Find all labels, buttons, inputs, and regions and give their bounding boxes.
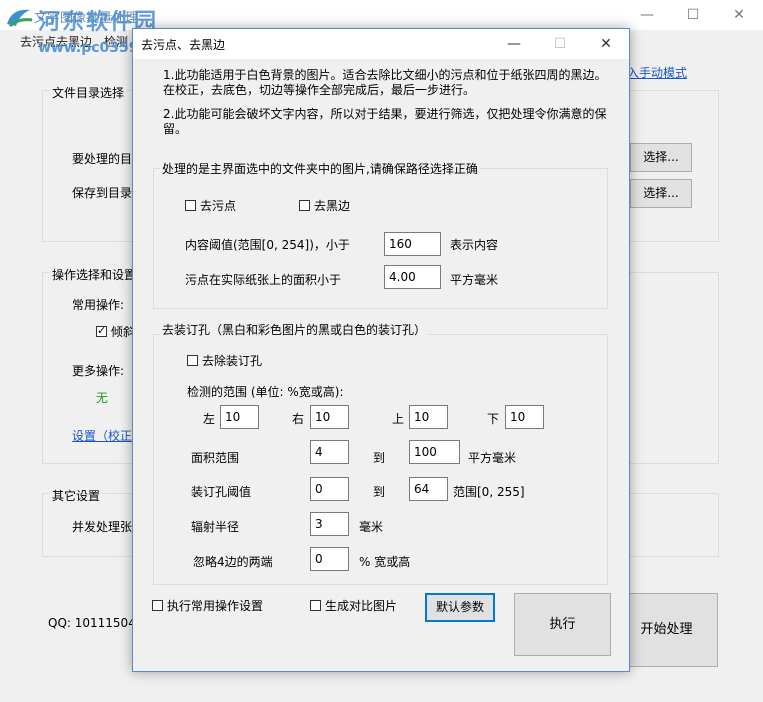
- main-minimize-button[interactable]: —: [624, 0, 670, 30]
- execute-button[interactable]: 执行: [514, 593, 611, 656]
- ignore-ends-input[interactable]: 0: [310, 547, 349, 571]
- content-threshold-input[interactable]: 160: [384, 232, 441, 256]
- radius-input[interactable]: 3: [310, 512, 349, 536]
- remove-holes-check-icon: [187, 355, 198, 366]
- deborder-label: 去黑边: [314, 199, 351, 213]
- binding-holes-group-label: 去装订孔（黑白和彩色图片的黑或白色的装订孔）: [160, 321, 429, 338]
- bottom-range-input[interactable]: 10: [505, 405, 544, 429]
- area-unit: 平方毫米: [468, 451, 517, 465]
- exec-common-ops-checkbox[interactable]: 执行常用操作设置: [152, 597, 263, 614]
- other-group-label: 其它设置: [50, 487, 103, 504]
- dialog-close-button[interactable]: ✕: [583, 29, 629, 59]
- despeckle-check-icon: [185, 200, 196, 211]
- exec-common-ops-check-icon: [152, 600, 163, 611]
- save-dir-label: 保存到目录: [72, 186, 133, 200]
- top-range-input[interactable]: 10: [409, 405, 448, 429]
- area-range-label: 面积范围: [191, 451, 240, 465]
- spot-area-unit: 平方毫米: [450, 273, 499, 287]
- ignore-ends-label: 忽略4边的两端: [193, 555, 273, 569]
- deskew-check-icon: [96, 324, 107, 337]
- more-ops-value: 无: [96, 391, 109, 405]
- main-close-button[interactable]: ✕: [716, 0, 762, 30]
- deskew-checkbox[interactable]: 倾斜: [96, 323, 135, 340]
- right-label: 右: [292, 412, 305, 426]
- despeckle-group-label: 处理的是主界面选中的文件夹中的图片,请确保路径选择正确: [160, 160, 480, 177]
- file-dir-group-label: 文件目录选择: [50, 84, 127, 101]
- spot-area-label: 污点在实际纸张上的面积小于: [185, 273, 342, 287]
- content-threshold-suffix: 表示内容: [450, 238, 499, 252]
- despeckle-label: 去污点: [200, 199, 237, 213]
- dialog-title: 去污点、去黑边: [141, 38, 226, 52]
- main-maximize-button[interactable]: ☐: [670, 0, 716, 30]
- ops-group-label: 操作选择和设置: [50, 266, 139, 283]
- dialog-maximize-button[interactable]: ☐: [537, 29, 583, 59]
- desc-line-3: 2.此功能可能会破坏文字内容，所以对于结果，要进行筛选，仅把处理令你满意的保: [163, 107, 607, 121]
- desc-line-4: 留。: [163, 122, 188, 136]
- right-range-input[interactable]: 10: [310, 405, 349, 429]
- gen-compare-check-icon: [310, 600, 321, 611]
- default-params-button[interactable]: 默认参数: [425, 593, 495, 622]
- spot-area-input[interactable]: 4.00: [384, 265, 441, 289]
- deborder-check-icon: [299, 200, 310, 211]
- dialog-minimize-button[interactable]: —: [491, 29, 537, 59]
- qq-label: QQ: 101115045: [48, 616, 144, 630]
- hole-thr-range: 范围[0, 255]: [453, 485, 525, 499]
- choose-save-button[interactable]: 选择...: [630, 179, 692, 208]
- start-process-button[interactable]: 开始处理: [615, 593, 718, 667]
- remove-holes-label: 去除装订孔: [202, 354, 263, 368]
- dialog-title-bar: 去污点、去黑边 — ☐ ✕: [133, 29, 629, 59]
- despeckle-dialog: 去污点、去黑边 — ☐ ✕ 1.此功能适用于白色背景的图片。适合去除比文细小的污…: [132, 28, 630, 672]
- more-ops-label: 更多操作:: [72, 364, 125, 378]
- remove-holes-checkbox[interactable]: 去除装订孔: [187, 352, 262, 369]
- bottom-label: 下: [487, 412, 500, 426]
- desc-line-1: 1.此功能适用于白色背景的图片。适合去除比文细小的污点和位于纸张四周的黑边。: [163, 68, 607, 82]
- common-ops-label: 常用操作:: [72, 298, 125, 312]
- left-range-input[interactable]: 10: [220, 405, 259, 429]
- hole-thr-to-label: 到: [373, 485, 386, 499]
- content-threshold-label: 内容阈值(范围[0, 254])，小于: [185, 238, 350, 252]
- gen-compare-checkbox[interactable]: 生成对比图片: [310, 597, 397, 614]
- watermark-logo-icon: [7, 9, 33, 28]
- radius-label: 辐射半径: [191, 520, 240, 534]
- concurrency-label: 并发处理张: [72, 520, 133, 534]
- radius-unit: 毫米: [359, 520, 384, 534]
- source-dir-label: 要处理的目: [72, 152, 133, 166]
- detect-range-label: 检测的范围 (单位: %宽或高):: [187, 385, 344, 399]
- settings-link[interactable]: 设置（校正: [72, 427, 132, 444]
- area-max-input[interactable]: 100: [409, 440, 460, 464]
- hole-thr-max-input[interactable]: 64: [409, 477, 448, 501]
- hole-threshold-label: 装订孔阈值: [191, 485, 252, 499]
- area-to-label: 到: [373, 451, 386, 465]
- despeckle-checkbox[interactable]: 去污点: [185, 197, 236, 214]
- choose-source-button[interactable]: 选择...: [630, 143, 692, 172]
- hole-thr-min-input[interactable]: 0: [310, 477, 349, 501]
- manual-mode-link[interactable]: 入手动模式: [627, 64, 687, 81]
- top-label: 上: [392, 412, 405, 426]
- exec-common-ops-label: 执行常用操作设置: [167, 599, 264, 613]
- area-min-input[interactable]: 4: [310, 440, 349, 464]
- deborder-checkbox[interactable]: 去黑边: [299, 197, 350, 214]
- ignore-ends-unit: % 宽或高: [359, 555, 411, 569]
- left-label: 左: [203, 412, 216, 426]
- desc-line-2: 在校正，去底色，切边等操作全部完成后，最后一步进行。: [163, 83, 476, 97]
- gen-compare-label: 生成对比图片: [325, 599, 398, 613]
